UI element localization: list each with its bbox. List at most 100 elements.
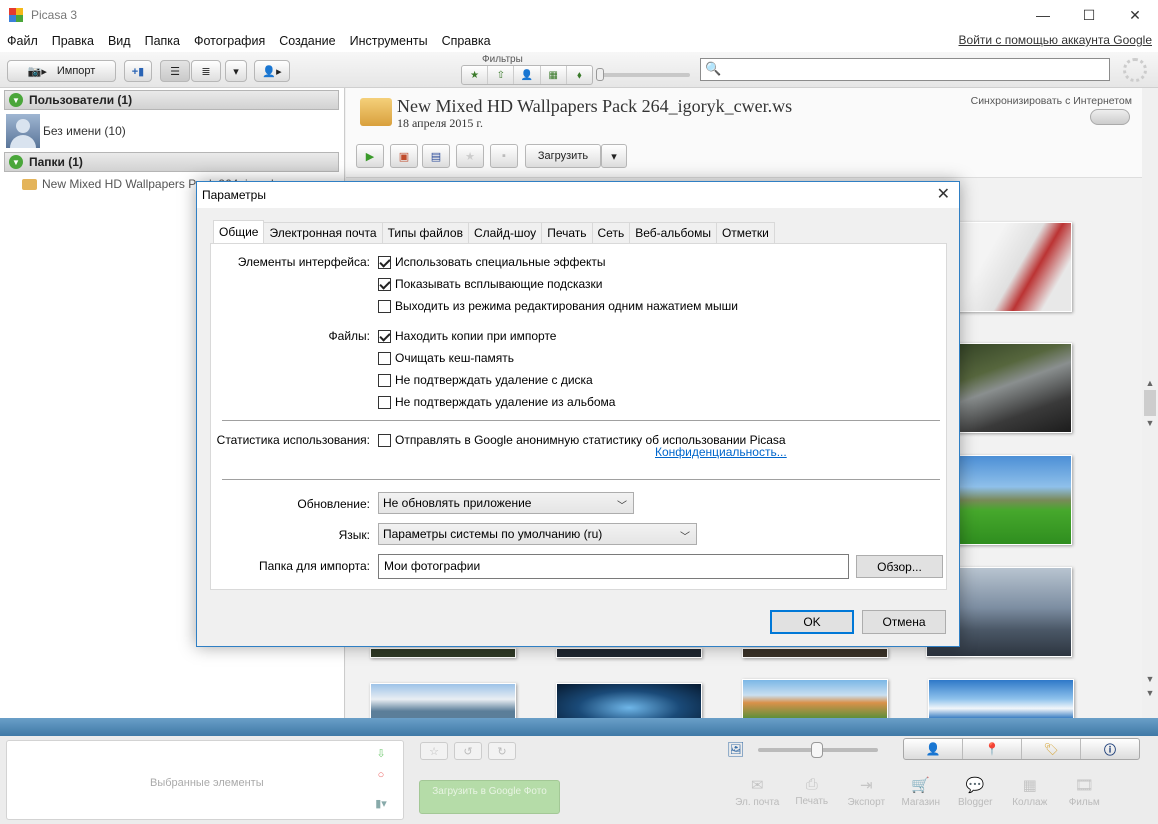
upload-dropdown-button[interactable]: ▾ bbox=[601, 144, 627, 168]
hold-icon[interactable]: ⇩ bbox=[370, 744, 392, 762]
menu-file[interactable]: Файл bbox=[0, 34, 45, 48]
movie-button[interactable]: 🎞 Фильм bbox=[1057, 776, 1112, 808]
menu-help[interactable]: Справка bbox=[435, 34, 498, 48]
checkbox[interactable] bbox=[378, 299, 391, 313]
view-dropdown-button[interactable]: ▾ bbox=[225, 60, 247, 82]
checkbox[interactable] bbox=[378, 277, 391, 291]
photo-thumbnail[interactable] bbox=[370, 683, 516, 719]
info-icon[interactable]: ⓘ bbox=[1081, 739, 1139, 759]
star-filter-icon[interactable]: ★ bbox=[462, 66, 489, 84]
menu-picture[interactable]: Фотография bbox=[187, 34, 272, 48]
update-select[interactable]: Не обновлять приложение ﹀ bbox=[378, 492, 634, 514]
rotate-right-icon[interactable]: ↻ bbox=[488, 742, 516, 760]
upload-filter-icon[interactable]: ⇧ bbox=[488, 66, 515, 84]
checkbox[interactable] bbox=[378, 329, 391, 343]
search-input[interactable]: 🔍 bbox=[700, 58, 1110, 81]
play-slideshow-button[interactable]: ▶ bbox=[356, 144, 384, 168]
selection-tray[interactable]: Выбранные элементы bbox=[6, 740, 404, 820]
slider-handle[interactable] bbox=[596, 68, 604, 81]
checkbox[interactable] bbox=[378, 433, 391, 447]
export-button[interactable]: ⇥ Экспорт bbox=[839, 776, 894, 808]
save-button[interactable]: ▪ bbox=[490, 144, 518, 168]
privacy-link[interactable]: Конфиденциальность... bbox=[655, 445, 787, 459]
import-folder-input[interactable]: Мои фотографии bbox=[378, 554, 849, 579]
google-signin-link[interactable]: Войти с помощью аккаунта Google bbox=[959, 33, 1152, 47]
menu-view[interactable]: Вид bbox=[101, 34, 138, 48]
checkbox[interactable] bbox=[378, 395, 391, 409]
no-confirm-disk-delete-checkbox[interactable]: Не подтверждать удаление с диска bbox=[378, 373, 593, 387]
minimize-button[interactable]: — bbox=[1020, 0, 1066, 30]
browse-button[interactable]: Обзор... bbox=[856, 555, 943, 578]
scroll-down-icon[interactable]: ▼ bbox=[1142, 416, 1158, 430]
photo-thumbnail[interactable] bbox=[370, 648, 516, 658]
people-button[interactable]: 👤▸ bbox=[254, 60, 290, 82]
special-effects-checkbox[interactable]: Использовать специальные эффекты bbox=[378, 255, 606, 269]
tree-view-button[interactable]: ≣ bbox=[191, 60, 221, 82]
tab-general[interactable]: Общие bbox=[213, 220, 265, 243]
thumbnail-size-slider[interactable] bbox=[758, 742, 878, 758]
tab-print[interactable]: Печать bbox=[541, 222, 593, 243]
checkbox[interactable] bbox=[378, 255, 391, 269]
photo-thumbnail[interactable] bbox=[742, 679, 888, 719]
dialog-close-button[interactable]: ✕ bbox=[937, 184, 950, 204]
email-button[interactable]: ✉ Эл. почта bbox=[730, 776, 785, 808]
single-click-exit-checkbox[interactable]: Выходить из режима редактирования одним … bbox=[378, 299, 738, 313]
scroll-down-icon[interactable]: ▼ bbox=[1142, 686, 1158, 700]
tab-web-albums[interactable]: Веб-альбомы bbox=[629, 222, 717, 243]
scroll-up-icon[interactable]: ▲ bbox=[1142, 376, 1158, 390]
tab-tags[interactable]: Отметки bbox=[715, 222, 775, 243]
language-select[interactable]: Параметры системы по умолчанию (ru) ﹀ bbox=[378, 523, 697, 545]
close-window-button[interactable]: ✕ bbox=[1112, 0, 1158, 30]
photo-thumbnail[interactable] bbox=[928, 679, 1074, 719]
print-button[interactable]: ⎙ Печать bbox=[785, 776, 840, 808]
scrollbar-thumb[interactable] bbox=[1144, 390, 1156, 416]
date-filter-slider[interactable] bbox=[596, 68, 690, 81]
user-item[interactable]: Без имени (10) bbox=[6, 114, 126, 148]
tab-slideshow[interactable]: Слайд-шоу bbox=[467, 222, 543, 243]
slider-handle[interactable] bbox=[811, 742, 823, 758]
collapse-icon[interactable]: ▼ bbox=[9, 93, 23, 107]
menu-tools[interactable]: Инструменты bbox=[343, 34, 435, 48]
menu-edit[interactable]: Правка bbox=[45, 34, 101, 48]
geotag-filter-icon[interactable]: ⬧ bbox=[567, 66, 592, 84]
cancel-button[interactable]: Отмена bbox=[862, 610, 946, 634]
checkbox[interactable] bbox=[378, 351, 391, 365]
add-to-album-button[interactable]: +▮ bbox=[124, 60, 152, 82]
movie-button[interactable]: ▤ bbox=[422, 144, 450, 168]
star-icon[interactable]: ☆ bbox=[420, 742, 448, 760]
sync-toggle[interactable] bbox=[1090, 109, 1130, 125]
collapse-icon[interactable]: ▼ bbox=[9, 155, 23, 169]
vertical-scrollbar[interactable]: ▲ ▼ ▼ ▼ bbox=[1142, 88, 1158, 718]
movie-filter-icon[interactable]: ▦ bbox=[541, 66, 567, 84]
list-view-button[interactable]: ☰ bbox=[160, 60, 190, 82]
collage-button[interactable]: ▦ Коллаж bbox=[1003, 776, 1058, 808]
checkbox[interactable] bbox=[378, 373, 391, 387]
tooltips-checkbox[interactable]: Показывать всплывающие подсказки bbox=[378, 277, 603, 291]
map-pin-icon[interactable]: 📍 bbox=[963, 739, 1022, 759]
no-confirm-album-delete-checkbox[interactable]: Не подтверждать удаление из альбома bbox=[378, 395, 615, 409]
clear-icon[interactable]: ○ bbox=[370, 766, 392, 784]
tab-email[interactable]: Электронная почта bbox=[263, 222, 383, 243]
tab-network[interactable]: Сеть bbox=[591, 222, 631, 243]
scroll-down-icon[interactable]: ▼ bbox=[1142, 672, 1158, 686]
photo-thumbnail[interactable] bbox=[556, 648, 702, 658]
menu-create[interactable]: Создание bbox=[272, 34, 342, 48]
find-duplicates-checkbox[interactable]: Находить копии при импорте bbox=[378, 329, 556, 343]
tab-file-types[interactable]: Типы файлов bbox=[381, 222, 469, 243]
ok-button[interactable]: OK bbox=[770, 610, 854, 634]
tags-icon[interactable]: 🏷 bbox=[1022, 739, 1081, 759]
upload-button[interactable]: Загрузить bbox=[525, 144, 601, 168]
add-to-album-icon[interactable]: ▮▾ bbox=[370, 794, 392, 812]
face-filter-icon[interactable]: 👤 bbox=[514, 66, 541, 84]
people-icon[interactable]: 👤 bbox=[904, 739, 963, 759]
shop-button[interactable]: 🛒 Магазин bbox=[894, 776, 949, 808]
blogger-button[interactable]: 💬 Blogger bbox=[948, 776, 1003, 808]
import-button[interactable]: 📷▸ Импорт bbox=[7, 60, 116, 82]
star-button[interactable]: ★ bbox=[456, 144, 484, 168]
upload-google-photos-button[interactable]: Загрузить в Google Фото bbox=[419, 780, 560, 814]
users-header[interactable]: ▼ Пользователи (1) bbox=[4, 90, 339, 110]
folders-header[interactable]: ▼ Папки (1) bbox=[4, 152, 339, 172]
clear-cache-checkbox[interactable]: Очищать кеш-память bbox=[378, 351, 514, 365]
menu-folder[interactable]: Папка bbox=[138, 34, 187, 48]
collage-button[interactable]: ▣ bbox=[390, 144, 418, 168]
